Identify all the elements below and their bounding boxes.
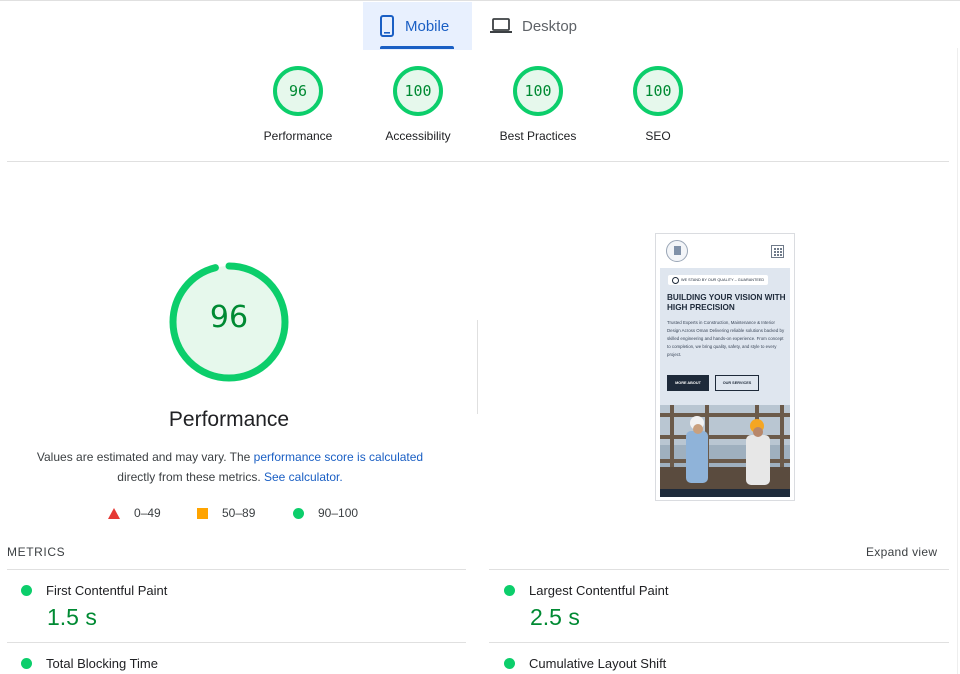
top-border [0,0,960,1]
pass-circle-icon [21,585,32,596]
final-screenshot-thumbnail[interactable]: WE STAND BY OUR QUALITY – GUARANTEED BUI… [655,233,795,501]
legend-fail-label: 0–49 [134,506,161,520]
laptop-icon [490,18,512,33]
construction-workers-photo [660,405,790,497]
gauges-divider [7,161,949,162]
thumb-our-services-button: OUR SERVICES [715,375,759,391]
gauge-score: 100 [524,82,552,100]
smartphone-icon [380,15,394,37]
thumb-paragraph: Trusted Experts in Construction, Mainten… [667,320,785,357]
score-calculation-link[interactable]: performance score is calculated [254,450,423,464]
note-text-2: directly from these metrics. [117,470,264,484]
legend-pass-label: 90–100 [318,506,359,520]
metrics-divider [7,569,466,570]
metric-total-blocking-time: Total Blocking Time [21,656,461,671]
tab-mobile[interactable]: Mobile [363,2,472,50]
performance-title: Performance [168,408,290,431]
metrics-divider [7,642,466,643]
pass-circle-icon [21,658,32,669]
score-note: Values are estimated and may vary. The p… [20,447,440,487]
vertical-separator [477,320,478,414]
fail-triangle-icon [108,507,120,519]
metric-name: Largest Contentful Paint [529,583,669,598]
pass-circle-icon [293,507,304,519]
thumb-hero: WE STAND BY OUR QUALITY – GUARANTEED BUI… [660,268,790,406]
site-logo-icon [666,240,688,262]
metric-largest-contentful-paint: Largest Contentful Paint 2.5 s [504,583,944,631]
performance-score: 96 [209,300,249,335]
tab-mobile-label: Mobile [405,17,450,35]
gauge-seo[interactable]: 100 SEO [598,66,718,143]
gauge-score: 96 [288,82,308,100]
see-calculator-link[interactable]: See calculator. [264,470,343,484]
right-border [957,48,958,674]
gauge-label: SEO [645,129,671,143]
legend-average-label: 50–89 [222,506,256,520]
tab-selected-indicator [380,46,454,49]
metric-name: Cumulative Layout Shift [529,656,667,671]
gauge-accessibility[interactable]: 100 Accessibility [358,66,478,143]
expand-view-button[interactable]: Expand view [866,545,937,559]
metric-value: 1.5 s [47,604,97,630]
legend-pass: 90–100 [293,506,358,520]
grid-menu-icon [771,245,784,258]
gauge-performance[interactable]: 96 Performance [238,66,358,143]
pass-circle-icon [504,585,515,596]
gauge-ring: 100 [513,66,563,116]
metrics-divider [489,642,949,643]
thumb-header [656,234,794,268]
tab-desktop[interactable]: Desktop [474,2,594,50]
thumb-more-about-button: MORE ABOUT [667,375,709,391]
metric-value: 2.5 s [530,604,580,630]
gauge-best-practices[interactable]: 100 Best Practices [478,66,598,143]
gauge-label: Performance [263,129,333,143]
tab-desktop-label: Desktop [522,17,578,35]
metrics-heading: METRICS [7,545,66,559]
gauge-ring: 100 [633,66,683,116]
gauge-score: 100 [404,82,432,100]
gauge-label: Best Practices [499,129,577,143]
gauge-score: 100 [644,82,672,100]
average-square-icon [197,507,208,519]
note-text: Values are estimated and may vary. The [36,450,254,464]
metric-name: Total Blocking Time [46,656,158,671]
thumb-badge: WE STAND BY OUR QUALITY – GUARANTEED [668,275,768,285]
metric-first-contentful-paint: First Contentful Paint 1.5 s [21,583,461,631]
metric-name: First Contentful Paint [46,583,168,598]
gauge-ring: 96 [273,66,323,116]
legend-fail: 0–49 [108,506,161,520]
thumb-headline: BUILDING YOUR VISION WITH HIGH PRECISION [667,293,786,312]
metric-cumulative-layout-shift: Cumulative Layout Shift [504,656,944,671]
legend-average: 50–89 [197,506,255,520]
gauge-ring: 100 [393,66,443,116]
metrics-divider [489,569,949,570]
pass-circle-icon [504,658,515,669]
gauge-label: Accessibility [385,129,451,143]
